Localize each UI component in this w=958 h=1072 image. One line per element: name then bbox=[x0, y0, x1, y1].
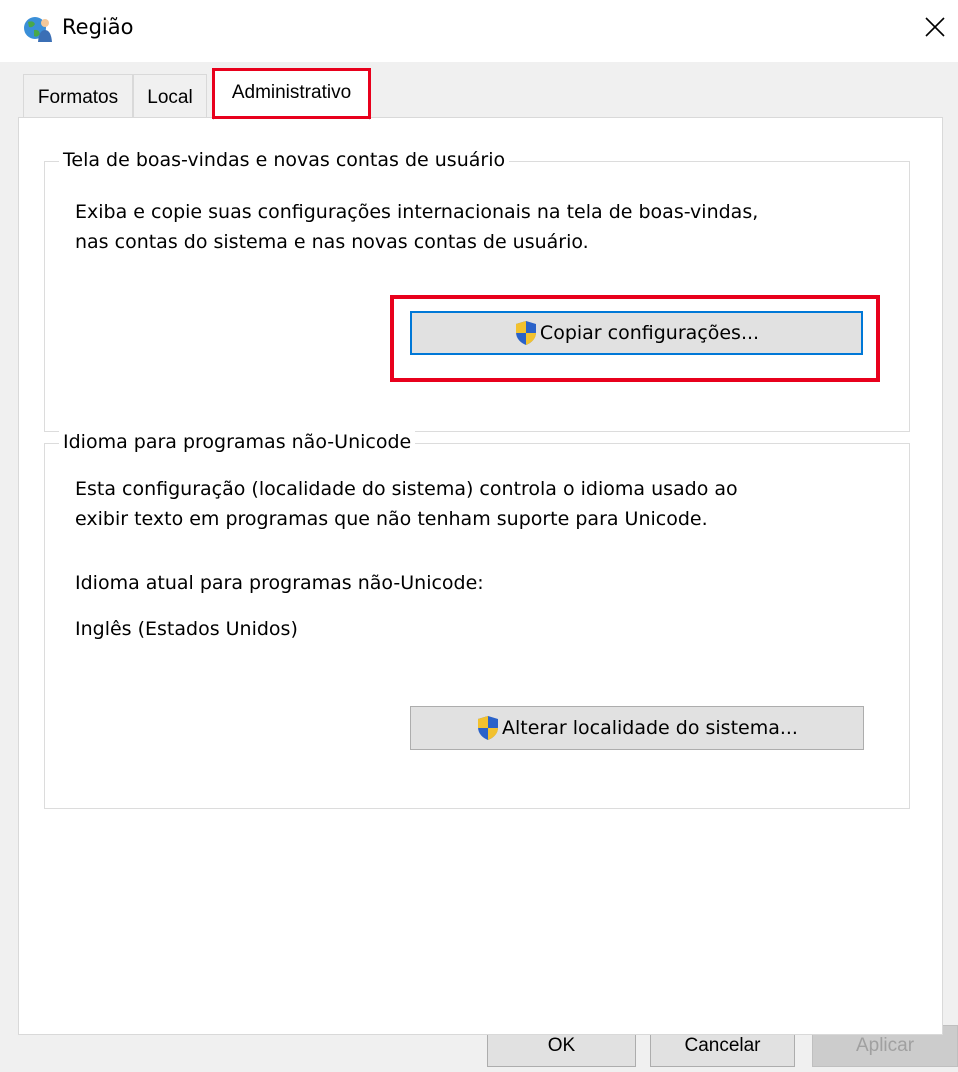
current-language-value: Inglês (Estados Unidos) bbox=[75, 618, 298, 640]
welcome-description-line1: Exiba e copie suas configurações interna… bbox=[75, 201, 759, 223]
tab-administrativo-label: Administrativo bbox=[231, 82, 352, 103]
tab-panel-administrativo: Tela de boas-vindas e novas contas de us… bbox=[18, 117, 943, 1035]
tab-formatos-label: Formatos bbox=[37, 87, 119, 108]
close-icon[interactable] bbox=[918, 10, 952, 44]
non-unicode-group: Idioma para programas não-Unicode Esta c… bbox=[44, 431, 910, 809]
change-system-locale-button[interactable]: Alterar localidade do sistema... bbox=[410, 706, 864, 750]
tab-formatos[interactable]: Formatos bbox=[23, 74, 133, 118]
welcome-description-line2: nas contas do sistema e nas novas contas… bbox=[75, 231, 589, 253]
non-unicode-description-line1: Esta configuração (localidade do sistema… bbox=[75, 478, 738, 500]
welcome-group-label: Tela de boas-vindas e novas contas de us… bbox=[59, 149, 510, 171]
window-title: Região bbox=[62, 15, 134, 39]
welcome-screen-group: Tela de boas-vindas e novas contas de us… bbox=[44, 149, 910, 432]
copy-settings-label: Copiar configurações... bbox=[539, 322, 760, 344]
uac-shield-icon bbox=[478, 716, 498, 740]
title-bar: Região bbox=[0, 0, 958, 62]
non-unicode-description-line2: exibir texto em programas que não tenham… bbox=[75, 508, 708, 530]
change-system-locale-label: Alterar localidade do sistema... bbox=[502, 717, 798, 739]
non-unicode-group-label: Idioma para programas não-Unicode bbox=[59, 431, 416, 453]
globe-user-icon bbox=[24, 17, 52, 42]
uac-shield-icon bbox=[515, 321, 536, 345]
current-language-label: Idioma atual para programas não-Unicode: bbox=[75, 572, 484, 594]
tab-local-label: Local bbox=[147, 87, 193, 108]
tab-administrativo[interactable]: Administrativo bbox=[213, 70, 370, 120]
tab-local[interactable]: Local bbox=[133, 74, 207, 118]
copy-settings-button[interactable]: Copiar configurações... bbox=[410, 311, 863, 355]
